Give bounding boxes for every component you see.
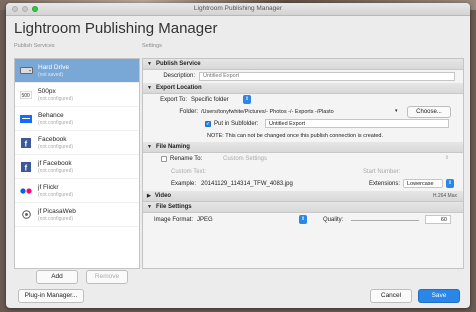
export-location-note: NOTE: This can not be changed once this …	[207, 133, 384, 139]
service-item-500px[interactable]: 500 500px (not configured)	[15, 83, 139, 107]
section-video[interactable]: ▶ Video H.264 Max	[143, 191, 463, 202]
example-filename: 20141129_114314_TFW_4083.jpg	[201, 181, 293, 187]
service-status: (not configured)	[38, 119, 74, 126]
service-name: 500px	[38, 87, 56, 95]
rename-dropdown-icon[interactable]: ⇕	[445, 155, 449, 161]
subfolder-label: Put in Subfolder:	[214, 121, 259, 127]
service-name: jf Facebook	[38, 159, 72, 167]
disclosure-open-icon: ▼	[147, 85, 152, 91]
section-title: File Naming	[155, 144, 190, 150]
service-name: jf PicasaWeb	[38, 207, 76, 215]
extensions-label: Extensions:	[369, 181, 401, 187]
service-item-behance[interactable]: Behance (not configured)	[15, 107, 139, 131]
behance-icon	[19, 114, 33, 124]
500px-icon: 500	[19, 90, 33, 100]
rename-checkbox[interactable]	[161, 156, 167, 162]
folder-label: Folder:	[179, 109, 198, 115]
export-to-label: Export To:	[160, 97, 187, 103]
folder-dropdown-icon[interactable]: ▾	[395, 108, 398, 114]
service-status: (not configured)	[38, 191, 74, 198]
publishing-manager-window: Lightroom Publishing Manager Lightroom P…	[6, 3, 470, 308]
image-format-select[interactable]: JPEG	[197, 217, 213, 223]
hard-drive-icon	[19, 66, 33, 76]
disclosure-open-icon: ▼	[147, 144, 152, 150]
folder-path[interactable]: /Users/tonyfwhite/Pictures/- Photos -/- …	[201, 109, 334, 115]
flickr-icon	[19, 186, 33, 196]
subfolder-checkbox[interactable]: ✓	[205, 121, 211, 127]
export-to-dropdown-icon[interactable]: ⇕	[243, 95, 251, 104]
rename-template-select[interactable]: Custom Settings	[223, 156, 267, 162]
service-status: (not configured)	[38, 167, 74, 174]
settings-panel: ▼Publish Service Description: ▼Export Lo…	[142, 58, 464, 269]
section-title: Video	[154, 193, 172, 199]
service-status: (not configured)	[38, 95, 74, 102]
window-title: Lightroom Publishing Manager	[193, 5, 283, 12]
section-export-location[interactable]: ▼ Export Location	[143, 83, 463, 94]
facebook-icon: f	[19, 137, 33, 148]
plugin-manager-button[interactable]: Plug-in Manager...	[18, 289, 84, 303]
disclosure-open-icon: ▼	[147, 61, 152, 67]
quality-input[interactable]: 60	[425, 215, 451, 224]
settings-label: Settings	[142, 43, 162, 49]
extensions-select[interactable]: Lowercase	[403, 179, 443, 188]
example-label: Example:	[171, 181, 197, 187]
service-item-hard-drive[interactable]: Hard Drive (not saved)	[15, 59, 139, 83]
service-status: (not configured)	[38, 143, 74, 150]
publish-services-label: Publish Services	[14, 43, 55, 49]
disclosure-closed-icon: ▶	[147, 193, 151, 199]
service-status: (not configured)	[38, 215, 74, 222]
section-title: Publish Service	[155, 61, 201, 67]
export-to-select[interactable]: Specific folder	[191, 97, 229, 103]
service-item-jf-facebook[interactable]: f jf Facebook (not configured)	[15, 155, 139, 179]
svg-text:f: f	[25, 163, 28, 172]
description-input[interactable]	[199, 72, 455, 81]
svg-text:500: 500	[22, 93, 31, 99]
image-format-label: Image Format:	[153, 217, 193, 223]
description-label: Description:	[163, 73, 195, 79]
subfolder-input[interactable]: Untitled Export	[265, 119, 449, 128]
quality-label: Quality:	[323, 217, 344, 223]
title-bar: Lightroom Publishing Manager	[6, 3, 470, 16]
svg-text:f: f	[25, 139, 28, 148]
choose-folder-button[interactable]: Choose...	[407, 106, 451, 118]
service-name: jf Flickr	[38, 183, 59, 191]
section-title: Export Location	[155, 85, 202, 91]
picasaweb-icon	[19, 210, 33, 220]
service-item-jf-picasaweb[interactable]: jf PicasaWeb (not configured)	[15, 203, 139, 227]
service-name: Behance	[38, 111, 64, 119]
section-file-naming[interactable]: ▼ File Naming	[143, 142, 463, 153]
save-button[interactable]: Save	[418, 289, 460, 303]
publish-services-list: Hard Drive (not saved) 500 500px (not conf…	[14, 58, 140, 269]
service-item-jf-flickr[interactable]: jf Flickr (not configured)	[15, 179, 139, 203]
remove-service-button[interactable]: Remove	[86, 270, 128, 284]
service-status: (not saved)	[38, 71, 64, 78]
section-publish-service[interactable]: ▼ Publish Service	[143, 59, 463, 70]
section-title: File Settings	[155, 204, 192, 210]
service-name: Facebook	[38, 135, 67, 143]
add-service-button[interactable]: Add	[36, 270, 78, 284]
custom-text-label: Custom Text:	[171, 169, 206, 175]
video-summary: H.264 Max	[432, 193, 457, 199]
service-item-facebook[interactable]: f Facebook (not configured)	[15, 131, 139, 155]
jf-facebook-icon: f	[19, 161, 33, 172]
quality-slider[interactable]	[351, 220, 419, 221]
start-number-label: Start Number:	[363, 169, 401, 175]
cancel-button[interactable]: Cancel	[370, 289, 412, 303]
rename-label: Rename To:	[170, 156, 203, 162]
extensions-dropdown-icon[interactable]: ⇕	[446, 179, 454, 188]
page-title: Lightroom Publishing Manager	[14, 20, 218, 37]
disclosure-open-icon: ▼	[147, 204, 152, 210]
image-format-dropdown-icon[interactable]: ⇕	[299, 215, 307, 224]
service-name: Hard Drive	[38, 63, 70, 71]
section-file-settings[interactable]: ▼ File Settings	[143, 202, 463, 213]
